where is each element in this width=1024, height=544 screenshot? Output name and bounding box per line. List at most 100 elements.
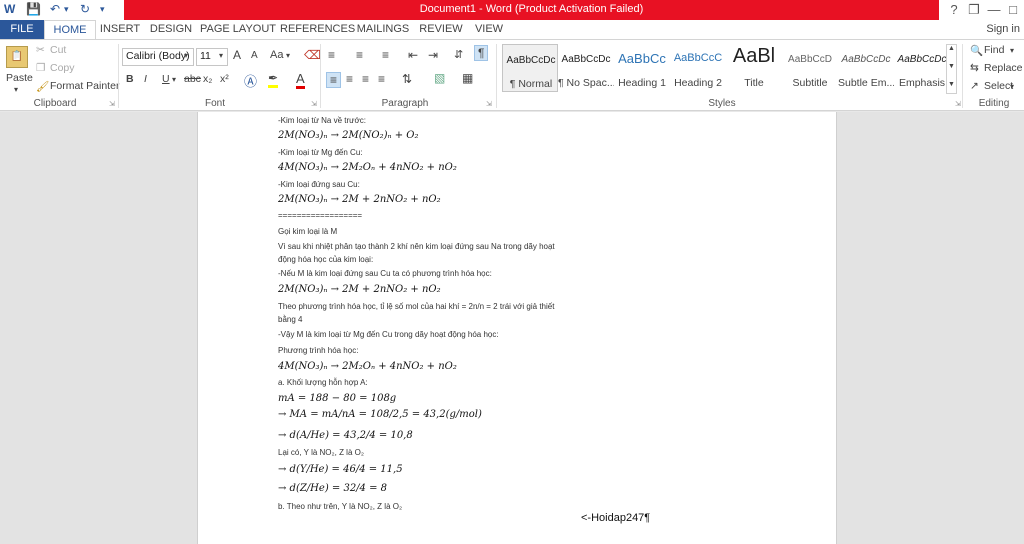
align-center-icon[interactable]: ≡ <box>346 72 353 86</box>
find-icon[interactable]: 🔍 <box>970 44 983 57</box>
document-area: -Kim loại từ Na về trước: 2M(NO₃)ₙ → 2M(… <box>0 112 1024 544</box>
customize-toolbar-icon[interactable]: ▾ <box>100 4 105 15</box>
style-name: Heading 1 <box>618 77 666 89</box>
increase-indent-icon[interactable]: ⇥ <box>428 48 438 62</box>
document-line: Theo phương trình hóa học, tỉ lệ số mol … <box>278 302 555 311</box>
tab-mailings[interactable]: MAILINGS <box>354 20 412 39</box>
equation-line: 2M(NO₃)ₙ → 2M + 2nNO₂ + nO₂ <box>278 284 441 295</box>
maximize-icon[interactable]: □ <box>1003 2 1023 17</box>
undo-dropdown-icon[interactable]: ▾ <box>64 4 69 15</box>
font-launcher-icon[interactable]: ⇲ <box>311 100 317 108</box>
italic-button[interactable]: I <box>144 73 147 85</box>
paste-icon[interactable]: 📋 <box>6 46 28 68</box>
find-dropdown-icon[interactable]: ▾ <box>1010 46 1014 55</box>
clipboard-launcher-icon[interactable]: ⇲ <box>109 100 115 108</box>
font-size-box[interactable]: 11 <box>196 48 228 66</box>
style-heading-2[interactable]: AaBbCcC Heading 2 <box>670 44 726 92</box>
strikethrough-button[interactable]: abc <box>184 73 201 85</box>
ribbon-display-options-icon[interactable]: ❐ <box>964 2 984 18</box>
tab-references[interactable]: REFERENCES <box>280 20 355 39</box>
bold-button[interactable]: B <box>126 73 134 85</box>
paste-dropdown-icon[interactable]: ▾ <box>14 85 18 94</box>
cut-icon[interactable]: ✂ <box>36 44 45 56</box>
align-left-icon[interactable]: ≡ <box>326 72 342 88</box>
minimize-icon[interactable]: — <box>984 2 1004 17</box>
numbering-icon[interactable]: ≡ <box>356 48 363 62</box>
superscript-button[interactable]: x² <box>220 73 229 85</box>
styles-scroll-down-icon[interactable]: ▼ <box>948 63 955 70</box>
cut-button[interactable]: Cut <box>50 44 66 56</box>
tab-insert[interactable]: INSERT <box>96 20 144 39</box>
font-name-dropdown-icon[interactable]: ▾ <box>184 51 188 60</box>
save-icon[interactable]: 💾 <box>26 2 41 16</box>
paragraph-launcher-icon[interactable]: ⇲ <box>486 100 492 108</box>
style-normal[interactable]: AaBbCcDc ¶ Normal <box>502 44 558 92</box>
format-painter-icon[interactable]: 🖌 <box>36 80 49 93</box>
style-no-spacing[interactable]: AaBbCcDc ¶ No Spac... <box>558 44 614 92</box>
underline-button[interactable]: U <box>162 73 170 85</box>
text-effects-icon[interactable]: Ⓐ <box>244 71 257 90</box>
undo-icon[interactable]: ↶ <box>50 2 60 16</box>
shrink-font-button[interactable]: A <box>251 50 258 61</box>
show-formatting-marks-icon[interactable]: ¶ <box>474 45 489 61</box>
change-case-button[interactable]: Aa <box>270 49 283 61</box>
tab-review[interactable]: REVIEW <box>418 20 464 39</box>
help-icon[interactable]: ? <box>944 2 964 17</box>
subscript-button[interactable]: x₂ <box>203 73 212 85</box>
tab-view[interactable]: VIEW <box>468 20 510 39</box>
format-painter-button[interactable]: Format Painter <box>50 80 119 92</box>
title-bar: W 💾 ↶ ▾ ↻ ▾ Document1 - Word (Product Ac… <box>0 0 1024 20</box>
shading-icon[interactable]: ▧ <box>434 71 445 85</box>
word-app-icon[interactable]: W <box>4 2 15 16</box>
styles-gallery: AaBbCcDc ¶ Normal AaBbCcDc ¶ No Spac... … <box>500 44 946 94</box>
find-button[interactable]: Find <box>984 44 1004 56</box>
decrease-indent-icon[interactable]: ⇤ <box>408 48 418 62</box>
paste-button[interactable]: Paste <box>6 72 33 84</box>
font-color-icon[interactable]: A <box>296 71 305 89</box>
borders-icon[interactable]: ▦ <box>462 71 473 85</box>
multilevel-list-icon[interactable]: ≡ <box>382 48 389 62</box>
style-subtle-emphasis[interactable]: AaBbCcDc Subtle Em... <box>838 44 894 92</box>
equation-line: → d(Y/He) = 46/4 = 11,5 <box>278 464 403 475</box>
line-spacing-icon[interactable]: ⇅ <box>402 72 412 86</box>
sign-in-link[interactable]: Sign in <box>986 23 1020 35</box>
font-size-dropdown-icon[interactable]: ▾ <box>219 51 223 60</box>
tab-design[interactable]: DESIGN <box>146 20 196 39</box>
style-emphasis[interactable]: AaBbCcDc Emphasis <box>894 44 950 92</box>
tab-home[interactable]: HOME <box>44 20 96 40</box>
select-icon[interactable]: ↗ <box>970 80 979 92</box>
style-name: Heading 2 <box>674 77 722 89</box>
highlight-color-icon[interactable]: ✒ <box>268 71 279 88</box>
align-right-icon[interactable]: ≡ <box>362 72 369 86</box>
document-line: -Kim loại đứng sau Cu: <box>278 180 360 189</box>
bullets-icon[interactable]: ≡ <box>328 48 335 62</box>
document-page[interactable]: -Kim loại từ Na về trước: 2M(NO₃)ₙ → 2M(… <box>197 112 837 544</box>
select-button[interactable]: Select <box>984 80 1013 92</box>
window-title: Document1 - Word (Product Activation Fai… <box>419 3 644 15</box>
style-name: Title <box>744 77 764 89</box>
styles-launcher-icon[interactable]: ⇲ <box>955 100 961 108</box>
grow-font-button[interactable]: A <box>233 48 241 62</box>
style-subtitle[interactable]: AaBbCcD Subtitle <box>782 44 838 92</box>
style-heading-1[interactable]: AaBbCc Heading 1 <box>614 44 670 92</box>
font-group-label: Font <box>204 98 225 109</box>
replace-button[interactable]: Replace <box>984 62 1023 74</box>
styles-scroller[interactable]: ▲ ▼ ▼ <box>946 44 957 94</box>
styles-more-icon[interactable]: ▼ <box>948 81 955 88</box>
redo-icon[interactable]: ↻ <box>80 2 90 16</box>
copy-button[interactable]: Copy <box>50 62 75 74</box>
styles-scroll-up-icon[interactable]: ▲ <box>948 45 955 52</box>
copy-icon[interactable]: ❐ <box>36 62 45 74</box>
tab-page-layout[interactable]: PAGE LAYOUT <box>200 20 276 39</box>
sort-icon[interactable]: ⇵ <box>454 48 463 61</box>
underline-dropdown-icon[interactable]: ▾ <box>172 75 176 84</box>
style-title[interactable]: AaBl Title <box>726 44 782 92</box>
justify-icon[interactable]: ≡ <box>378 72 385 86</box>
tab-file[interactable]: FILE <box>0 20 44 39</box>
clear-formatting-icon[interactable]: ⌫ <box>304 48 321 62</box>
change-case-dropdown-icon[interactable]: ▾ <box>286 51 290 60</box>
replace-icon[interactable]: ⇆ <box>970 62 979 74</box>
editing-group-label: Editing <box>978 98 1010 109</box>
document-line: -Kim loại từ Na về trước: <box>278 116 366 125</box>
select-dropdown-icon[interactable]: ▾ <box>1010 82 1014 91</box>
